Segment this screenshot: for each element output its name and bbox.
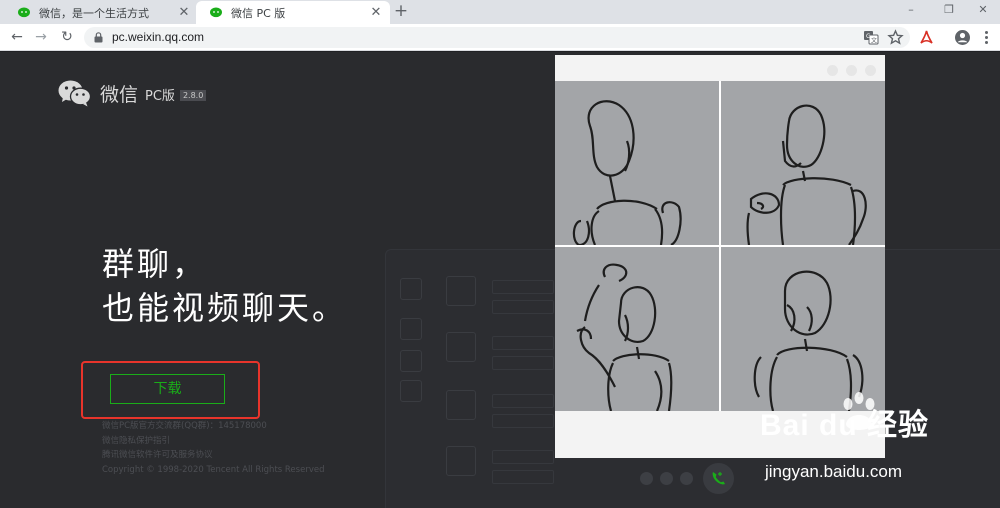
sketch-figure-illustration: [572, 100, 682, 245]
bg-chat-line: [492, 414, 554, 428]
call-control-dot: [660, 472, 673, 485]
brand-name: 微信: [100, 84, 139, 106]
tab-close-icon[interactable]: ✕: [368, 5, 384, 20]
maximize-button[interactable]: ❐: [934, 2, 964, 18]
wechat-logo-icon: [58, 80, 91, 107]
bg-chat-avatar: [446, 332, 476, 362]
footer-copyright: Copyright © 1998-2020 Tencent All Rights…: [102, 464, 325, 475]
version-badge: 2.8.0: [179, 89, 207, 101]
wechat-favicon-icon: [18, 7, 30, 18]
footer-qq-group: 微信PC版官方交流群(QQ群)：145178000: [102, 421, 267, 431]
pdf-extension-icon[interactable]: [918, 29, 935, 46]
footer-license-link[interactable]: 腾讯微信软件许可及服务协议: [102, 448, 324, 463]
bg-chat-line: [492, 280, 554, 294]
address-bar[interactable]: pc.weixin.qq.com G文: [84, 27, 910, 48]
bg-chat-avatar: [446, 390, 476, 420]
footer-links: 微信PC版官方交流群(QQ群)：145178000 微信隐私保护指引 腾讯微信软…: [102, 419, 324, 477]
video-call-button: [703, 463, 734, 494]
svg-text:文: 文: [871, 37, 877, 45]
watermark-url: jingyan.baidu.com: [765, 462, 903, 481]
forward-button[interactable]: →: [32, 28, 50, 46]
bg-avatar-square: [400, 318, 422, 340]
baidu-paw-icon: [843, 392, 875, 430]
browser-toolbar: ← → ↻ pc.weixin.qq.com G文: [0, 24, 1000, 51]
bg-chat-line: [492, 450, 554, 464]
translate-icon[interactable]: G文: [863, 29, 880, 46]
headline-line-1: 群聊，: [102, 245, 208, 283]
bg-avatar-square: [400, 278, 422, 300]
bg-chat-line: [492, 470, 554, 484]
tab-wechat-home[interactable]: 微信，是一个生活方式 ✕: [4, 1, 198, 24]
edition-label: PC版: [145, 89, 175, 104]
sketch-figure-illustration: [576, 263, 673, 411]
highlight-annotation-box: [81, 361, 260, 419]
window-dot: [865, 65, 876, 76]
window-control-dots: [827, 65, 876, 76]
footer-privacy-link[interactable]: 微信隐私保护指引: [102, 434, 324, 449]
reload-button[interactable]: ↻: [58, 28, 76, 46]
lock-icon: [94, 32, 103, 43]
video-grid: [555, 81, 885, 411]
bg-chat-line: [492, 394, 554, 408]
call-control-dot: [680, 472, 693, 485]
back-button[interactable]: ←: [8, 28, 26, 46]
bg-chat-line: [492, 336, 554, 350]
headline-line-2: 也能视频聊天。: [102, 289, 348, 327]
bg-chat-line: [492, 356, 554, 370]
wechat-logo[interactable]: 微信 PC版 2.8.0: [58, 80, 207, 107]
bg-chat-avatar: [446, 446, 476, 476]
bookmark-star-icon[interactable]: [887, 29, 904, 46]
bg-chat-line: [492, 300, 554, 314]
tab-bar: 微信，是一个生活方式 ✕ 微信 PC 版 ✕ + – ❐ ✕: [0, 0, 1000, 24]
new-tab-button[interactable]: +: [392, 2, 410, 20]
bg-avatar-square: [400, 350, 422, 372]
video-tile-1: [555, 81, 719, 245]
account-icon[interactable]: [954, 29, 971, 46]
sketch-figure-illustration: [746, 104, 867, 245]
close-window-button[interactable]: ✕: [968, 2, 998, 18]
phone-icon: [712, 472, 725, 485]
bg-avatar-square: [400, 380, 422, 402]
address-text: pc.weixin.qq.com: [112, 30, 205, 44]
video-tile-2: [721, 81, 885, 245]
window-dot: [827, 65, 838, 76]
tab-title: 微信 PC 版: [231, 6, 286, 20]
window-dot: [846, 65, 857, 76]
group-video-window: [555, 55, 885, 458]
bg-chat-avatar: [446, 276, 476, 306]
tab-wechat-pc[interactable]: 微信 PC 版 ✕: [196, 1, 390, 24]
minimize-button[interactable]: –: [896, 2, 926, 18]
wechat-pc-page: 微信 PC版 2.8.0 群聊， 也能视频聊天。 下载 微信PC版官方交流群(Q…: [0, 52, 1000, 508]
headline: 群聊， 也能视频聊天。: [102, 242, 347, 330]
video-tile-4: [721, 247, 885, 411]
tab-close-icon[interactable]: ✕: [176, 5, 192, 20]
video-tile-3: [555, 247, 719, 411]
menu-icon[interactable]: [978, 29, 995, 46]
sketch-figure-illustration: [753, 270, 864, 411]
tab-title: 微信，是一个生活方式: [39, 6, 149, 20]
wechat-favicon-icon: [210, 7, 222, 18]
call-control-dot: [640, 472, 653, 485]
